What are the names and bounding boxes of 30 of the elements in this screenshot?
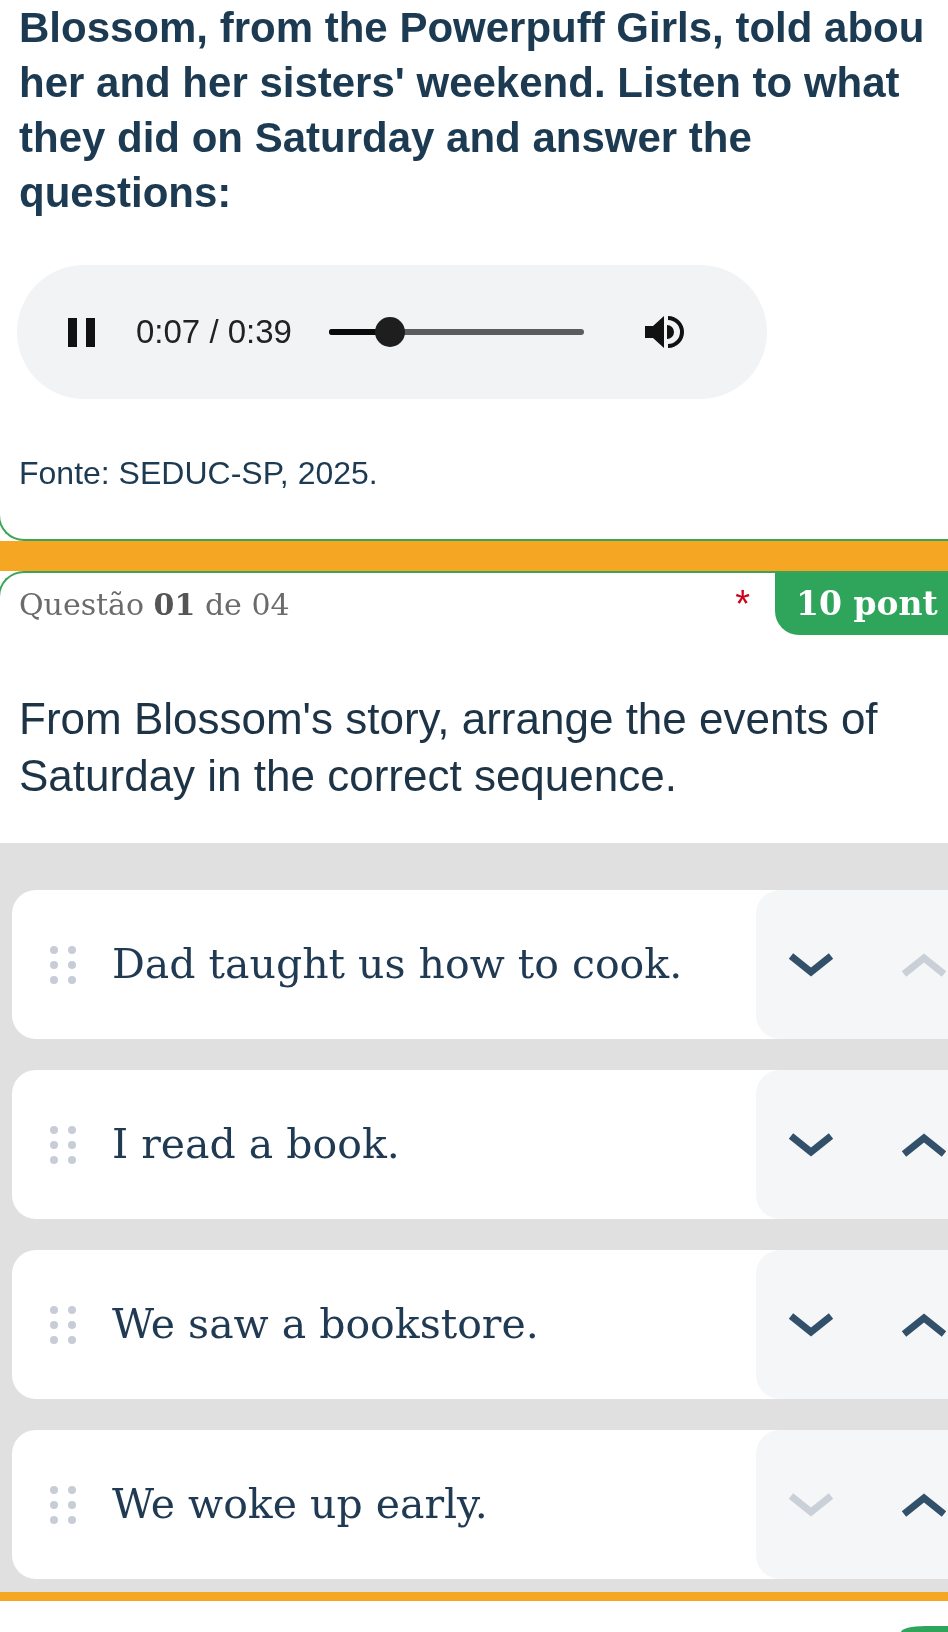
drag-handle-icon[interactable] xyxy=(50,945,76,984)
time-display: 0:07 / 0:39 xyxy=(136,312,292,353)
seek-thumb[interactable] xyxy=(375,317,406,347)
drag-handle-icon[interactable] xyxy=(50,1485,76,1524)
pause-icon[interactable] xyxy=(68,317,95,347)
answer-text: We woke up early. xyxy=(112,1478,489,1530)
question-counter: Questão 01 de 04 xyxy=(18,585,290,624)
answer-card[interactable]: We saw a bookstore. xyxy=(12,1250,948,1399)
required-mark: * xyxy=(735,585,750,623)
chevron-down-icon[interactable] xyxy=(787,1311,835,1338)
answer-card[interactable]: I read a book. xyxy=(12,1070,948,1219)
points-badge: 10 pont xyxy=(775,573,948,635)
answer-card[interactable]: We woke up early. xyxy=(12,1430,948,1579)
chevron-down-icon[interactable] xyxy=(787,1131,835,1158)
chevron-up-icon[interactable] xyxy=(900,1311,948,1338)
answer-text: Dad taught us how to cook. xyxy=(112,938,684,990)
answer-text: We saw a bookstore. xyxy=(112,1298,540,1350)
chevron-up-icon[interactable] xyxy=(900,1491,948,1518)
chevron-down-icon[interactable] xyxy=(787,951,835,978)
seek-slider[interactable] xyxy=(328,317,584,347)
volume-icon[interactable] xyxy=(644,314,685,350)
chevron-up-icon[interactable] xyxy=(900,1131,948,1158)
drag-handle-icon[interactable] xyxy=(50,1125,76,1164)
instructions-text: Blossom, from the Powerpuff Girls, told abou her and her sisters' weekend. Listen to what they did on Saturday and answer the questions: xyxy=(19,3,926,218)
answer-card[interactable]: Dad taught us how to cook. xyxy=(12,890,948,1039)
drag-handle-icon[interactable] xyxy=(50,1305,76,1344)
answer-text: I read a book. xyxy=(112,1118,401,1170)
source-text: Fonte: SEDUC-SP, 2025. xyxy=(19,454,379,493)
button-edge[interactable] xyxy=(901,1626,948,1632)
question-prompt: From Blossom's story, arrange the events of Saturday in the correct sequence. xyxy=(18,693,879,802)
